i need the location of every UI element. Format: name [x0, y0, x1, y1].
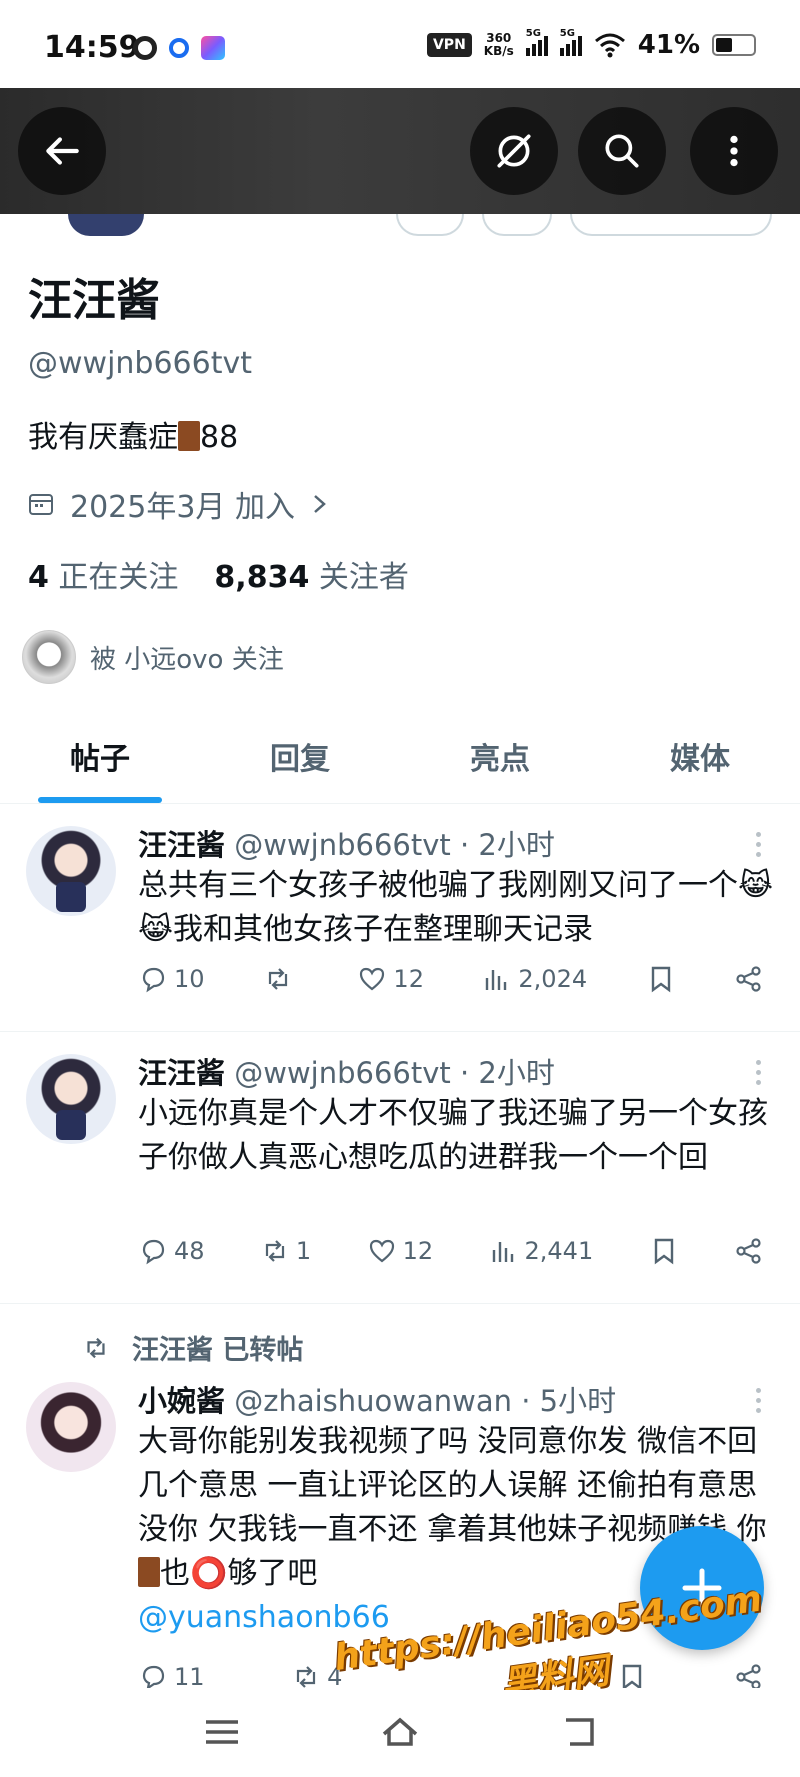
profile-bio: 我有厌蠢症 88: [28, 420, 239, 455]
follow-stats: 4 正在关注 8,834 关注者: [28, 552, 409, 596]
bookmark-button[interactable]: [649, 1236, 679, 1266]
status-bar: 14:59 VPN 360 KB/s 5G 5G 41%: [0, 0, 800, 88]
menu-button[interactable]: [202, 1712, 242, 1756]
tab-highlights[interactable]: 亮点: [400, 712, 600, 803]
system-nav-bar: [0, 1690, 800, 1777]
like-icon: [369, 1239, 394, 1263]
followers-link[interactable]: 8,834 关注者: [214, 552, 408, 596]
profile-banner: [0, 88, 800, 214]
battery-percent: 41%: [637, 30, 700, 60]
following-link[interactable]: 4 正在关注: [28, 552, 178, 596]
back-arrow-icon: [46, 137, 79, 165]
profile-name: 汪汪酱: [28, 275, 160, 326]
reply-icon: [142, 1665, 165, 1688]
reply-icon: [142, 967, 165, 993]
post-header: 汪汪酱 @wwjnb666tvt · 2小时: [138, 828, 555, 862]
like-button[interactable]: 12: [357, 964, 424, 994]
share-icon: [736, 966, 761, 992]
notify-button[interactable]: [482, 214, 552, 236]
post-header: 汪汪酱 @wwjnb666tvt · 2小时: [138, 1056, 555, 1090]
tab-media[interactable]: 媒体: [600, 712, 800, 803]
avatar[interactable]: [26, 1382, 116, 1472]
door-emoji-icon: [138, 1557, 160, 1587]
calendar-icon: [29, 494, 53, 515]
like-icon: [360, 967, 385, 991]
repost-label: 汪汪酱 已转帖: [80, 1328, 303, 1367]
post-item[interactable]: 汪汪酱 @wwjnb666tvt · 2小时 小远你真是个人才不仅骗了我还骗了另…: [0, 1032, 800, 1304]
profile-handle: @wwjnb666tvt: [28, 346, 253, 381]
repost-button[interactable]: 1: [260, 1236, 311, 1266]
avatar[interactable]: [26, 826, 116, 916]
avatar: [22, 630, 76, 684]
grok-button[interactable]: [470, 107, 558, 195]
gallery-icon: [201, 36, 225, 60]
chrome-icon: [133, 36, 157, 60]
share-button[interactable]: [734, 1236, 764, 1266]
grok-icon: [497, 134, 531, 168]
repost-button[interactable]: [263, 964, 299, 994]
status-right: VPN 360 KB/s 5G 5G 41%: [426, 28, 756, 60]
more-options-button[interactable]: [690, 107, 778, 195]
profile-avatar-edge: [68, 214, 144, 236]
reply-icon: [142, 1239, 165, 1265]
share-icon: [736, 1238, 761, 1264]
share-button[interactable]: [734, 964, 764, 994]
repost-icon: [87, 1337, 105, 1358]
search-button[interactable]: [578, 107, 666, 195]
chevron-right-icon: [314, 495, 326, 513]
clock: 14:59: [44, 30, 140, 65]
signal-icon-2: 5G: [559, 28, 582, 56]
signal-icon: 5G: [525, 28, 548, 56]
door-emoji-icon: [178, 421, 200, 451]
bookmark-icon: [651, 966, 670, 993]
repost-icon: [297, 1666, 316, 1688]
home-icon: [382, 1717, 418, 1746]
avatar[interactable]: [26, 1054, 116, 1144]
post-header: 小婉酱 @zhaishuowanwan · 5小时: [138, 1384, 617, 1418]
reply-button[interactable]: 48: [138, 1236, 205, 1266]
post-text: 总共有三个女孩子被他骗了我刚刚又问了一个😹😹我和其他女孩子在整理聊天记录: [138, 868, 774, 947]
vpn-badge: VPN: [426, 33, 472, 57]
repost-icon: [265, 1240, 285, 1262]
notification-icons: [133, 36, 225, 60]
views-button[interactable]: 2,024: [482, 964, 587, 994]
bookmark-icon: [654, 1238, 673, 1265]
home-button[interactable]: [380, 1712, 420, 1756]
message-button[interactable]: [396, 214, 464, 236]
back-nav-icon: [566, 1718, 594, 1746]
network-speed: 360 KB/s: [483, 31, 514, 58]
follow-button[interactable]: [570, 214, 772, 236]
app-icon: [169, 38, 189, 58]
post-more-icon[interactable]: [756, 1060, 762, 1085]
like-button[interactable]: 12: [367, 1236, 433, 1266]
search-icon: [605, 134, 639, 168]
bookmark-button[interactable]: [646, 964, 676, 994]
more-vertical-icon: [730, 135, 738, 167]
profile-tabs: 帖子 回复 亮点 媒体: [0, 712, 800, 804]
joined-date[interactable]: 2025年3月 加入: [28, 482, 329, 526]
mention-link[interactable]: @yuanshaonb66: [138, 1600, 390, 1635]
reply-button[interactable]: 11: [138, 1662, 205, 1688]
menu-icon: [206, 1720, 238, 1744]
post-more-icon[interactable]: [756, 832, 762, 857]
reply-button[interactable]: 10: [138, 964, 205, 994]
post-actions: 10 12 2,024: [138, 964, 764, 994]
tab-posts[interactable]: 帖子: [0, 712, 200, 803]
followed-by[interactable]: 被 小远ovo 关注: [22, 630, 284, 684]
back-nav-button[interactable]: [560, 1712, 600, 1756]
post-more-icon[interactable]: [756, 1388, 762, 1413]
views-icon: [486, 970, 507, 990]
views-icon: [492, 1242, 513, 1262]
tab-replies[interactable]: 回复: [200, 712, 400, 803]
post-item[interactable]: 汪汪酱 @wwjnb666tvt · 2小时 总共有三个女孩子被他骗了我刚刚又问…: [0, 804, 800, 1032]
post-text: 小远你真是个人才不仅骗了我还骗了另一个女孩子你做人真恶心想吃瓜的进群我一个一个回: [138, 1096, 768, 1175]
wifi-icon: [594, 33, 625, 58]
repost-icon: [268, 968, 288, 990]
views-button[interactable]: 2,441: [489, 1236, 593, 1266]
back-button[interactable]: [18, 107, 106, 195]
post-actions: 48 1 12 2,441: [138, 1236, 764, 1266]
battery-icon: [712, 34, 756, 56]
